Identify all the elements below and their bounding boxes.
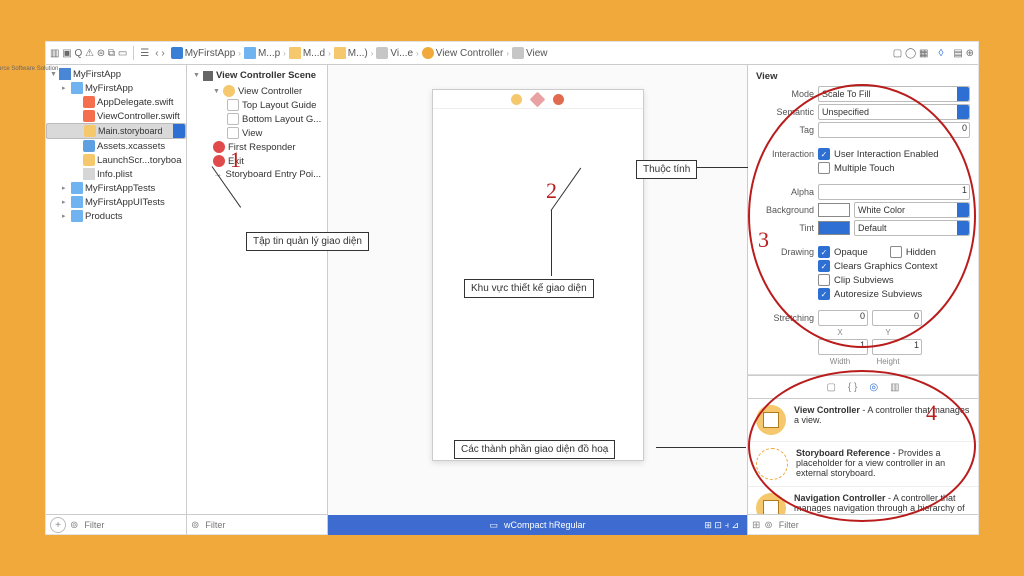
- outline-item[interactable]: ▼View Controller: [187, 84, 327, 98]
- outline-item[interactable]: View: [187, 126, 327, 140]
- exit-icon[interactable]: [553, 94, 564, 105]
- callout-2: Khu vực thiết kế giao diện: [464, 279, 594, 298]
- filter-icon: ⊚: [191, 520, 199, 531]
- nav-item[interactable]: ▸Products: [46, 209, 186, 223]
- add-icon[interactable]: +: [50, 517, 66, 533]
- nav-root[interactable]: ▼MyFirstApp: [46, 67, 186, 81]
- stretch-y[interactable]: 0: [872, 310, 922, 326]
- canvas[interactable]: ▭ wCompact hRegular ⊞ ⊡ ⫞ ⊿: [328, 65, 748, 535]
- nav-item[interactable]: ▸MyFirstAppUITests: [46, 195, 186, 209]
- filter-input[interactable]: [82, 519, 146, 531]
- callout-1: Tập tin quản lý giao diện: [246, 232, 369, 251]
- library-item-icon: [756, 493, 786, 514]
- scene-header[interactable]: ▼View Controller Scene: [187, 67, 327, 84]
- vc-icon[interactable]: [511, 94, 522, 105]
- view-controller-surface[interactable]: [432, 89, 644, 461]
- mode-select[interactable]: Scale To Fill: [818, 86, 970, 102]
- library-item[interactable]: Navigation Controller - A controller tha…: [748, 487, 978, 514]
- utilities-panel: View ModeScale To Fill SemanticUnspecifi…: [748, 65, 978, 535]
- callout-4: Các thành phần giao diện đồ hoạ: [454, 440, 615, 459]
- filter-icon: ⊚: [70, 520, 78, 531]
- history-nav[interactable]: ‹ ›: [155, 48, 164, 59]
- outline-item[interactable]: Exit: [187, 154, 327, 168]
- cgc-checkbox[interactable]: ✓: [818, 260, 830, 272]
- opaque-checkbox[interactable]: ✓: [818, 246, 830, 258]
- scene-dock[interactable]: [433, 90, 643, 109]
- outline-toggle-icon[interactable]: ☰: [140, 48, 149, 59]
- outline-item[interactable]: Bottom Layout G...: [187, 112, 327, 126]
- nav-item[interactable]: Info.plist: [46, 167, 186, 181]
- inspector-tabs-top[interactable]: ▢ ◯ ▦ ◊ ▤ ⊕: [893, 48, 974, 59]
- filter-icon: ⊚: [764, 520, 772, 531]
- mt-checkbox[interactable]: [818, 162, 830, 174]
- toolbar: ▥ ▣ Q ⚠ ⊜ ⧉ ▭ ☰ ‹ › MyFirstApp› M...p› M…: [46, 42, 978, 65]
- outline-filter[interactable]: ⊚: [187, 514, 327, 535]
- breadcrumb[interactable]: MyFirstApp› M...p› M...d› M...)› Vi...e›…: [171, 47, 548, 59]
- tint-select[interactable]: Default: [854, 220, 970, 236]
- library-item[interactable]: View Controller - A controller that mana…: [748, 399, 978, 442]
- tag-field[interactable]: 0: [818, 122, 970, 138]
- section-title: View: [756, 71, 970, 82]
- nav-item[interactable]: ▸MyFirstAppTests: [46, 181, 186, 195]
- tint-swatch[interactable]: [818, 221, 850, 235]
- library-item-icon: [756, 448, 788, 480]
- library-item-icon: [756, 405, 786, 435]
- nav-item[interactable]: ViewController.swift: [46, 109, 186, 123]
- nav-item[interactable]: Assets.xcassets: [46, 139, 186, 153]
- alpha-field[interactable]: 1: [818, 184, 970, 200]
- clip-checkbox[interactable]: [818, 274, 830, 286]
- stretch-x[interactable]: 0: [818, 310, 868, 326]
- navigator-tabs[interactable]: ▥ ▣ Q ⚠ ⊜ ⧉ ▭: [50, 48, 127, 59]
- object-library[interactable]: View Controller - A controller that mana…: [748, 399, 978, 514]
- hidden-checkbox[interactable]: [890, 246, 902, 258]
- brand-logo: R2S Resource Software Solution: [0, 34, 58, 72]
- library-item[interactable]: Storyboard Reference - Provides a placeh…: [748, 442, 978, 487]
- bg-select[interactable]: White Color: [854, 202, 970, 218]
- filter-input[interactable]: [777, 519, 841, 531]
- first-responder-icon[interactable]: [530, 91, 546, 107]
- outline-item[interactable]: First Responder: [187, 140, 327, 154]
- nav-item[interactable]: Main.storyboard: [46, 123, 186, 139]
- library-filter[interactable]: ⊞⊚: [748, 514, 978, 535]
- document-outline: ▼View Controller Scene ▼View ControllerT…: [187, 65, 328, 535]
- stretch-w[interactable]: 1: [818, 339, 868, 355]
- nav-item[interactable]: LaunchScr...toryboa: [46, 153, 186, 167]
- outline-item[interactable]: Top Layout Guide: [187, 98, 327, 112]
- project-navigator: ▼MyFirstApp ▸MyFirstAppAppDelegate.swift…: [46, 65, 187, 535]
- filter-input[interactable]: [203, 519, 267, 531]
- uie-checkbox[interactable]: ✓: [818, 148, 830, 160]
- navigator-filter[interactable]: + ⊚: [46, 514, 186, 535]
- nav-item[interactable]: AppDelegate.swift: [46, 95, 186, 109]
- semantic-select[interactable]: Unspecified: [818, 104, 970, 120]
- library-tabs[interactable]: ▢{ }◎▥: [748, 375, 978, 399]
- nav-item[interactable]: ▸MyFirstApp: [46, 81, 186, 95]
- size-class-bar[interactable]: ▭ wCompact hRegular ⊞ ⊡ ⫞ ⊿: [328, 515, 747, 535]
- callout-3: Thuộc tính: [636, 160, 697, 179]
- outline-item[interactable]: →Storyboard Entry Poi...: [187, 168, 327, 181]
- auto-checkbox[interactable]: ✓: [818, 288, 830, 300]
- bg-swatch[interactable]: [818, 203, 850, 217]
- stretch-h[interactable]: 1: [872, 339, 922, 355]
